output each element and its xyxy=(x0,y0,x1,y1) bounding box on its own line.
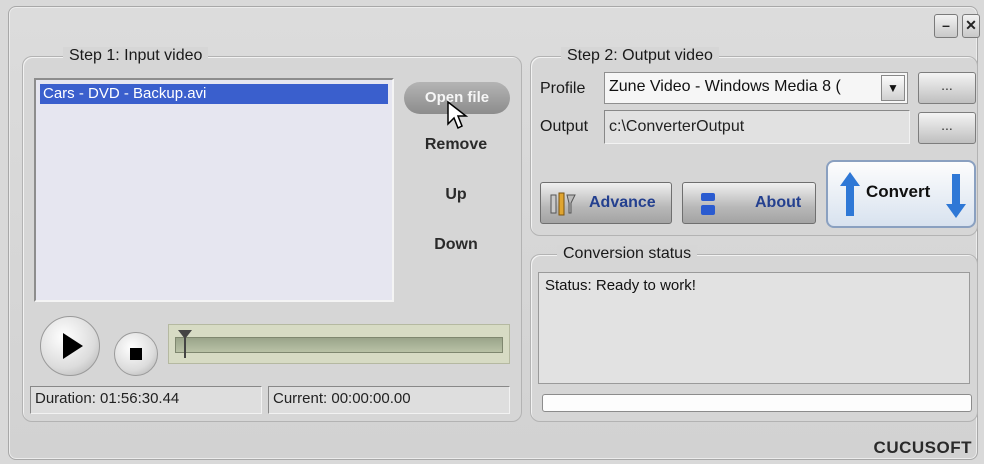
about-button[interactable]: About xyxy=(682,182,816,224)
tools-icon xyxy=(550,192,576,216)
arrow-down-icon xyxy=(946,174,966,218)
current-time-field: Current: 00:00:00.00 xyxy=(268,386,510,414)
list-item[interactable]: Cars - DVD - Backup.avi xyxy=(40,84,388,104)
seek-track xyxy=(175,337,503,353)
advance-label: Advance xyxy=(589,194,656,211)
close-button[interactable]: ✕ xyxy=(962,14,980,38)
play-icon xyxy=(63,333,83,359)
brand-logo: CUCUSOFT xyxy=(873,438,972,457)
minimize-icon: – xyxy=(942,17,950,33)
browse-output-button[interactable]: ... xyxy=(918,112,976,144)
input-video-legend: Step 1: Input video xyxy=(63,47,209,65)
mouse-cursor-icon xyxy=(447,100,469,130)
status-text-area: Status: Ready to work! xyxy=(538,272,970,384)
conversion-status-legend: Conversion status xyxy=(557,245,698,263)
seek-handle-icon[interactable] xyxy=(177,329,193,359)
conversion-progress-bar xyxy=(542,394,972,412)
advance-button[interactable]: Advance xyxy=(540,182,672,224)
about-label: About xyxy=(755,194,802,211)
convert-label: Convert xyxy=(866,182,931,201)
remove-button[interactable]: Remove xyxy=(404,136,508,154)
profile-label: Profile xyxy=(540,80,586,97)
duration-field: Duration: 01:56:30.44 xyxy=(30,386,262,414)
output-folder-field[interactable]: c:\ConverterOutput xyxy=(604,110,910,144)
info-icon xyxy=(701,193,715,215)
output-video-legend: Step 2: Output video xyxy=(561,47,719,65)
stop-icon xyxy=(130,348,142,360)
close-icon: ✕ xyxy=(965,17,977,33)
profile-settings-button[interactable]: ... xyxy=(918,72,976,104)
status-text: Status: Ready to work! xyxy=(545,277,696,294)
move-down-button[interactable]: Down xyxy=(404,236,508,254)
profile-select[interactable]: Zune Video - Windows Media 8 ( ▼ xyxy=(604,72,908,104)
arrow-up-icon xyxy=(840,172,860,216)
input-file-list[interactable]: Cars - DVD - Backup.avi xyxy=(34,78,394,302)
profile-select-value: Zune Video - Windows Media 8 ( xyxy=(609,78,841,95)
chevron-down-icon[interactable]: ▼ xyxy=(881,75,905,101)
minimize-button[interactable]: – xyxy=(934,14,958,38)
output-label: Output xyxy=(540,118,589,135)
move-up-button[interactable]: Up xyxy=(404,186,508,204)
convert-button[interactable]: Convert xyxy=(826,160,976,228)
stop-button[interactable] xyxy=(114,332,158,376)
play-button[interactable] xyxy=(40,316,100,376)
seek-bar[interactable] xyxy=(168,324,510,364)
